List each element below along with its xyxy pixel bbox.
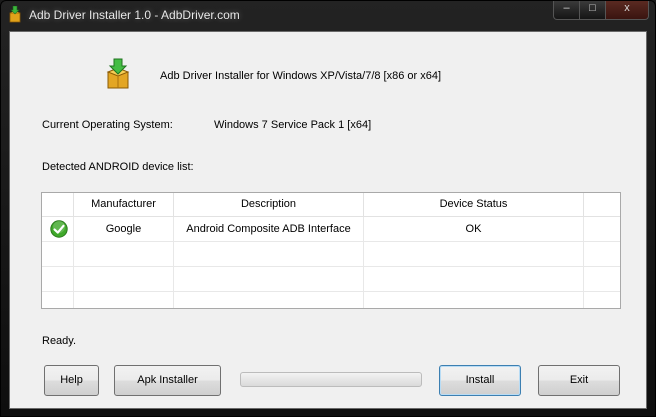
title-bar[interactable]: Adb Driver Installer 1.0 - AdbDriver.com… [1, 1, 655, 31]
window-title: Adb Driver Installer 1.0 - AdbDriver.com [29, 8, 240, 22]
device-manufacturer: Google [74, 217, 174, 241]
device-list-label: Detected ANDROID device list: [42, 161, 194, 173]
install-progress-bar [240, 372, 422, 387]
os-value: Windows 7 Service Pack 1 [x64] [214, 119, 372, 131]
caption-buttons: ‒ □ x [553, 1, 649, 21]
device-filler-cell [584, 217, 620, 241]
empty-cell [74, 242, 174, 266]
empty-row [42, 267, 620, 292]
column-header-description[interactable]: Description [174, 193, 364, 216]
empty-cell [174, 242, 364, 266]
check-circle-icon [50, 220, 68, 238]
column-header-manufacturer[interactable]: Manufacturer [74, 193, 174, 216]
empty-cell [174, 267, 364, 291]
maximize-button[interactable]: □ [580, 1, 606, 20]
app-window: Adb Driver Installer 1.0 - AdbDriver.com… [0, 0, 656, 417]
close-icon: x [624, 2, 630, 14]
minimize-icon: ‒ [563, 2, 570, 14]
empty-cell [42, 242, 74, 266]
device-list-header: Manufacturer Description Device Status [42, 193, 620, 217]
empty-cell [42, 267, 74, 291]
device-list[interactable]: Manufacturer Description Device Status G… [41, 192, 621, 309]
device-status: OK [364, 217, 584, 241]
empty-cell [364, 242, 584, 266]
apk-installer-button[interactable]: Apk Installer [114, 365, 221, 396]
installer-box-icon [9, 6, 21, 23]
empty-cell [74, 292, 174, 308]
empty-cell [74, 267, 174, 291]
maximize-icon: □ [589, 2, 596, 14]
empty-cell [174, 292, 364, 308]
device-status-icon-cell [42, 217, 74, 241]
device-description: Android Composite ADB Interface [174, 217, 364, 241]
empty-cell [364, 267, 584, 291]
close-button[interactable]: x [606, 1, 649, 20]
empty-cell [364, 292, 584, 308]
empty-row [42, 242, 620, 267]
install-button[interactable]: Install [439, 365, 521, 396]
column-header-icon[interactable] [42, 193, 74, 216]
exit-button[interactable]: Exit [538, 365, 620, 396]
device-row[interactable]: Google Android Composite ADB Interface O… [42, 217, 620, 242]
empty-cell [42, 292, 74, 308]
status-text: Ready. [42, 335, 77, 347]
dialog-body: Adb Driver Installer for Windows XP/Vist… [9, 31, 647, 409]
column-header-device-status[interactable]: Device Status [364, 193, 584, 216]
os-label: Current Operating System: [42, 119, 173, 131]
column-header-filler [584, 193, 620, 216]
installer-box-icon [106, 58, 130, 89]
help-button[interactable]: Help [44, 365, 99, 396]
empty-row [42, 292, 620, 308]
minimize-button[interactable]: ‒ [553, 1, 580, 20]
header-description: Adb Driver Installer for Windows XP/Vist… [160, 70, 442, 82]
